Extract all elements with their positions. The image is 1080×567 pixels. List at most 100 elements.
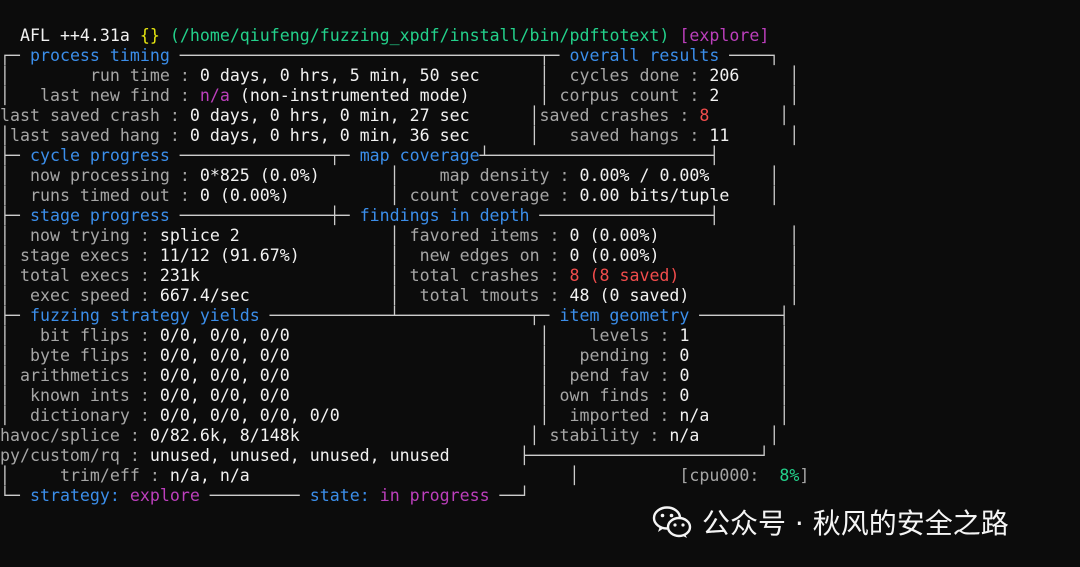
- now-processing-label: now processing: [29, 166, 170, 185]
- last-saved-hang-label: last saved hang: [10, 126, 160, 145]
- stage-execs-value: 11/12 (91.67%): [159, 246, 300, 265]
- row-dictionary: │ dictionary : 0/0, 0/0, 0/0, 0/0 │ impo…: [0, 406, 790, 425]
- py-custom-rq-value: unused, unused, unused, unused: [149, 446, 450, 465]
- havoc-splice-value: 0/82.6k, 8/148k: [149, 426, 300, 445]
- corpus-count-value: 2: [709, 86, 720, 105]
- levels-label: levels: [589, 326, 650, 345]
- last-saved-crash-value: 0 days, 0 hrs, 0 min, 27 sec: [189, 106, 470, 125]
- row-last-new-find: │ last new find : n/a (non-instrumented …: [0, 86, 800, 105]
- row-exec-speed: │ exec speed : 667.4/sec │ total tmouts …: [0, 286, 800, 305]
- new-edges-on-label: new edges on: [419, 246, 540, 265]
- last-new-find-label: last new find: [39, 86, 170, 105]
- cycles-done-value: 206: [709, 66, 740, 85]
- last-saved-hang-value: 0 days, 0 hrs, 0 min, 36 sec: [189, 126, 470, 145]
- bit-flips-value: 0/0, 0/0, 0/0: [159, 326, 290, 345]
- favored-items-value: 0 (0.00%): [569, 226, 660, 245]
- title-braces: {}: [139, 26, 160, 45]
- app-version: AFL ++4.31a: [19, 26, 130, 45]
- imported-value: n/a: [679, 406, 710, 425]
- state-value: in progress: [379, 486, 490, 505]
- total-tmouts-value: 48 (0 saved): [569, 286, 690, 305]
- last-new-find-value: n/a: [199, 86, 230, 105]
- levels-value: 1: [679, 326, 690, 345]
- now-trying-value: splice 2: [159, 226, 240, 245]
- watermark: 公众号 · 秋风的安全之路: [652, 500, 1009, 544]
- bit-flips-label: bit flips: [39, 326, 130, 345]
- known-ints-label: known ints: [29, 386, 130, 405]
- pending-value: 0: [679, 346, 690, 365]
- pending-label: pending: [579, 346, 650, 365]
- cycles-done-label: cycles done: [569, 66, 680, 85]
- footer-row: └─ strategy: explore ───────── state: in…: [0, 486, 530, 505]
- section-item-geometry: item geometry: [559, 306, 690, 325]
- wechat-icon: [652, 505, 692, 539]
- total-tmouts-label: total tmouts: [419, 286, 540, 305]
- trim-eff-value: n/a, n/a: [169, 466, 250, 485]
- count-coverage-value: 0.00 bits/tuple: [579, 186, 730, 205]
- exec-speed-label: exec speed: [29, 286, 130, 305]
- row-run-time: │ run time : 0 days, 0 hrs, 5 min, 50 se…: [0, 66, 800, 85]
- cpu-value: 8%: [779, 466, 800, 485]
- row-byte-flips: │ byte flips : 0/0, 0/0, 0/0 │ pending :…: [0, 346, 790, 365]
- header-fuzzing-strategy-row: ├─ fuzzing strategy yields ────────────┴…: [0, 306, 790, 325]
- stage-execs-label: stage execs: [20, 246, 130, 265]
- row-bit-flips: │ bit flips : 0/0, 0/0, 0/0 │ levels : 1…: [0, 326, 790, 345]
- strategy-label: strategy:: [29, 486, 120, 505]
- header-stage-progress-row: ├─ stage progress ───────────────┼─ find…: [0, 206, 720, 225]
- own-finds-value: 0: [679, 386, 690, 405]
- corpus-count-label: corpus count: [559, 86, 680, 105]
- total-crashes-value: 8 (8 saved): [569, 266, 680, 285]
- row-stage-execs: │ stage execs : 11/12 (91.67%) │ new edg…: [0, 246, 800, 265]
- section-fuzzing-strategy-yields: fuzzing strategy yields: [29, 306, 260, 325]
- own-finds-label: own finds: [559, 386, 650, 405]
- count-coverage-label: count coverage: [409, 186, 550, 205]
- total-execs-value: 231k: [159, 266, 200, 285]
- state-label: state:: [309, 486, 370, 505]
- cpu-close: ]: [799, 466, 810, 485]
- pend-fav-value: 0: [679, 366, 690, 385]
- row-runs-timed-out: │ runs timed out : 0 (0.00%) │ count cov…: [0, 186, 780, 205]
- trim-eff-label: trim/eff: [59, 466, 140, 485]
- exec-speed-value: 667.4/sec: [159, 286, 250, 305]
- favored-items-label: favored items: [409, 226, 540, 245]
- total-execs-label: total execs: [20, 266, 130, 285]
- arithmetics-label: arithmetics: [20, 366, 130, 385]
- map-density-label: map density: [439, 166, 550, 185]
- total-crashes-label: total crashes: [409, 266, 540, 285]
- row-havoc-splice: havoc/splice : 0/82.6k, 8/148k │ stabili…: [0, 426, 780, 445]
- imported-label: imported: [569, 406, 650, 425]
- byte-flips-label: byte flips: [29, 346, 130, 365]
- saved-crashes-value: 8: [699, 106, 710, 125]
- stability-label: stability: [549, 426, 640, 445]
- row-known-ints: │ known ints : 0/0, 0/0, 0/0 │ own finds…: [0, 386, 790, 405]
- run-time-value: 0 days, 0 hrs, 5 min, 50 sec: [199, 66, 480, 85]
- dictionary-value: 0/0, 0/0, 0/0, 0/0: [159, 406, 340, 425]
- title-bar: AFL ++4.31a {} (/home/qiufeng/fuzzing_xp…: [0, 26, 769, 46]
- saved-hangs-value: 11: [709, 126, 730, 145]
- row-total-execs: │ total execs : 231k │ total crashes : 8…: [0, 266, 800, 285]
- dictionary-label: dictionary: [29, 406, 130, 425]
- section-map-coverage: map coverage: [359, 146, 480, 165]
- last-saved-crash-label: last saved crash: [0, 106, 160, 125]
- cpu-label: [cpu000:: [679, 466, 760, 485]
- section-overall-results: overall results: [569, 46, 720, 65]
- section-cycle-progress: cycle progress: [29, 146, 170, 165]
- saved-crashes-label: saved crashes: [539, 106, 670, 125]
- havoc-splice-label: havoc/splice: [0, 426, 120, 445]
- row-last-saved-crash: last saved crash : 0 days, 0 hrs, 0 min,…: [0, 106, 790, 125]
- run-time-label: run time: [89, 66, 170, 85]
- known-ints-value: 0/0, 0/0, 0/0: [159, 386, 290, 405]
- runs-timed-out-value: 0 (0.00%): [199, 186, 290, 205]
- section-findings-in-depth: findings in depth: [359, 206, 530, 225]
- row-arithmetics: │ arithmetics : 0/0, 0/0, 0/0 │ pend fav…: [0, 366, 790, 385]
- row-trim-eff: │ trim/eff : n/a, n/a │ [cpu000: 8%]: [0, 466, 810, 485]
- byte-flips-value: 0/0, 0/0, 0/0: [159, 346, 290, 365]
- row-now-trying: │ now trying : splice 2 │ favored items …: [0, 226, 800, 245]
- strategy-value: explore: [129, 486, 200, 505]
- fuzz-mode: [explore]: [679, 26, 770, 45]
- new-edges-on-value: 0 (0.00%): [569, 246, 660, 265]
- runs-timed-out-label: runs timed out: [29, 186, 170, 205]
- row-last-saved-hang: │last saved hang : 0 days, 0 hrs, 0 min,…: [0, 126, 800, 145]
- header-process-timing-row: ┌─ process timing ──────────────────────…: [0, 46, 780, 65]
- now-processing-value: 0*825 (0.0%): [199, 166, 320, 185]
